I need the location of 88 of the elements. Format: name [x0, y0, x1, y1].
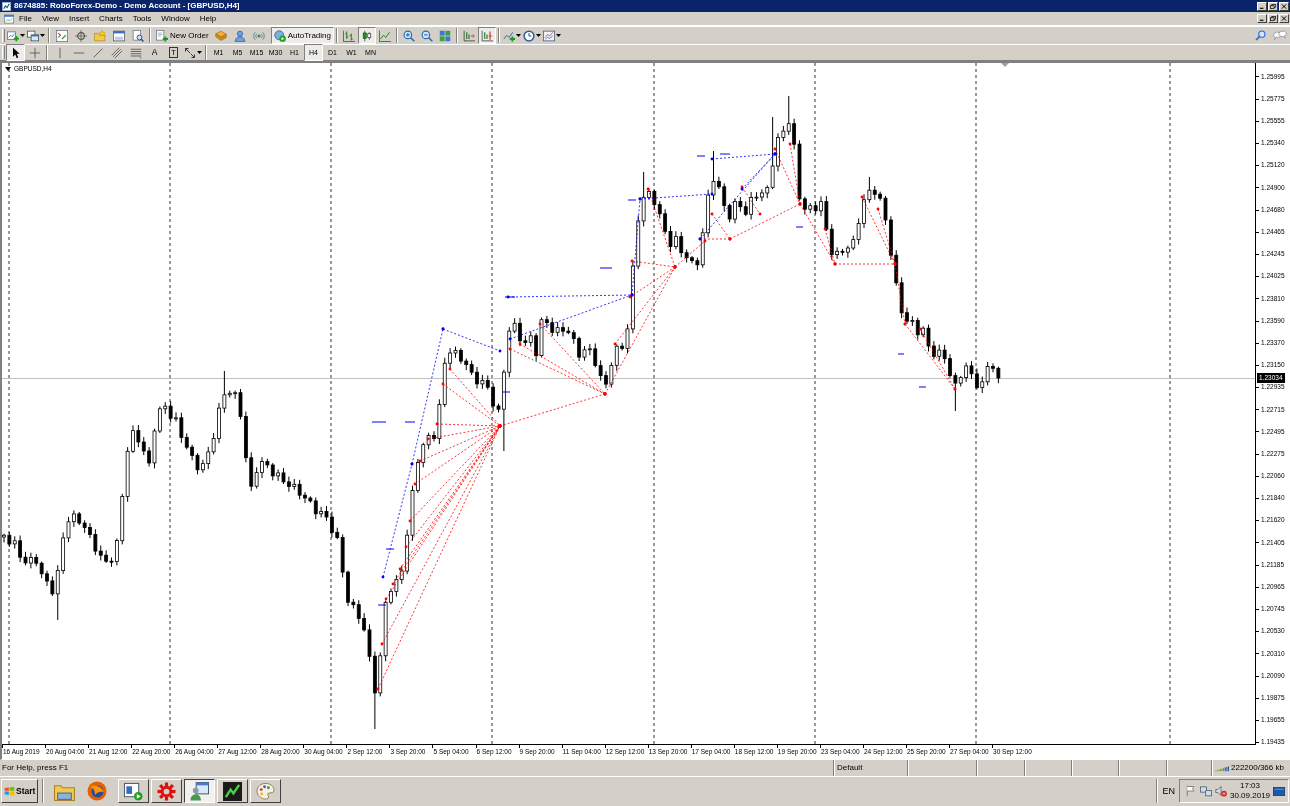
restore-button[interactable] — [1268, 1, 1278, 11]
status-text: For Help, press F1 — [2, 764, 69, 772]
window-title: 8674885: RoboForex-Demo - Demo Account - [GBPUSD,H4] — [14, 2, 240, 10]
traffic-text: 222200/366 kb — [1231, 764, 1284, 772]
box-icon — [215, 29, 228, 42]
language-indicator[interactable]: EN — [1158, 786, 1179, 796]
menu-item[interactable]: Help — [194, 13, 222, 24]
signal-bars-icon — [1215, 764, 1229, 772]
flag-icon[interactable] — [1185, 785, 1197, 797]
profiles-button[interactable] — [26, 27, 46, 44]
clock-time: 17:03 — [1240, 782, 1261, 790]
triangle-marker-icon[interactable] — [1001, 63, 1009, 67]
diagonal-line-icon — [91, 46, 104, 59]
zoom-out-icon — [421, 29, 433, 42]
chart-plus-icon — [7, 29, 19, 42]
close-icon — [1281, 3, 1287, 9]
start-button[interactable]: Start — [1, 779, 38, 803]
minimize-button[interactable] — [1257, 14, 1267, 23]
parallel-lines-icon — [110, 46, 123, 59]
person-window-icon — [190, 781, 209, 801]
play-badge-icon — [273, 29, 286, 42]
line-plus-icon — [503, 29, 515, 42]
speaker-muted-icon[interactable] — [1215, 785, 1227, 797]
screen-icon[interactable] — [1273, 785, 1286, 797]
triangle-icon[interactable] — [5, 67, 11, 72]
window-marks-icon — [55, 29, 68, 42]
restore-button[interactable] — [1268, 14, 1278, 23]
quick-launch-button[interactable] — [85, 779, 109, 803]
panel-window-icon — [112, 29, 125, 42]
menu-item[interactable]: Tools — [127, 13, 157, 24]
folder-star-icon — [93, 29, 106, 42]
clock-icon — [523, 29, 535, 42]
menu-item[interactable]: File — [14, 13, 37, 24]
palette-icon — [256, 781, 275, 801]
restore-icon — [1270, 3, 1276, 9]
globe-icon — [87, 781, 107, 801]
restore-icon — [1270, 16, 1276, 21]
chart-marker-line-icon — [481, 29, 493, 42]
crosshair-icon — [74, 29, 87, 42]
crosshair-icon — [28, 46, 41, 59]
caret-icon — [20, 34, 25, 37]
line-chart-icon — [379, 29, 391, 42]
profile-name: Default — [837, 764, 863, 772]
app-icon — [2, 1, 11, 11]
gear-icon — [157, 781, 176, 801]
chart-window-icon[interactable] — [4, 13, 14, 24]
close-button[interactable] — [1279, 14, 1289, 23]
menu-item[interactable]: Charts — [94, 13, 128, 24]
chart-arrow-icon — [463, 29, 475, 42]
page-plus-icon — [156, 29, 168, 42]
periods-button[interactable] — [522, 27, 542, 44]
chat-bubbles-icon — [1272, 30, 1288, 41]
tiles-icon — [439, 29, 451, 42]
new-order-button[interactable]: New Order — [153, 27, 212, 44]
squares-logo-icon — [4, 785, 15, 797]
monitors-icon[interactable] — [1200, 785, 1212, 797]
menu-item[interactable]: Insert — [64, 13, 95, 24]
radio-waves-icon — [253, 29, 266, 42]
window-play-icon — [124, 781, 143, 801]
person-icon — [234, 29, 247, 42]
page-magnifier-icon — [131, 29, 144, 42]
chart-lines-icon — [543, 29, 555, 42]
caret-icon — [556, 34, 561, 37]
caret-icon — [197, 51, 202, 54]
caret-icon — [536, 34, 541, 37]
stacked-lines-icon — [129, 46, 142, 59]
auto-scroll-button[interactable] — [478, 27, 496, 44]
candlestick-icon — [361, 29, 373, 42]
close-icon — [1281, 16, 1287, 21]
search-icon — [1254, 30, 1266, 41]
taskbar-button[interactable] — [184, 779, 215, 803]
arrows-icon — [184, 46, 196, 59]
bar-chart-icon — [343, 29, 355, 42]
autotrading-button[interactable]: AutoTrading — [270, 27, 334, 44]
templates-button[interactable] — [542, 27, 562, 44]
chart-tile-icon — [223, 781, 242, 801]
cursor-button[interactable] — [6, 44, 25, 61]
candlestick-button[interactable] — [358, 27, 376, 44]
close-button[interactable] — [1279, 1, 1289, 11]
menu-item[interactable]: View — [36, 13, 65, 24]
caret-icon — [516, 34, 521, 37]
caret-icon — [40, 34, 45, 37]
windows-icon — [27, 29, 39, 42]
zoom-in-icon — [403, 29, 415, 42]
minimize-button[interactable] — [1257, 1, 1267, 11]
menu-item[interactable]: Window — [156, 13, 195, 24]
clock-date: 30.09.2019 — [1230, 792, 1271, 800]
text-button[interactable]: A — [145, 44, 164, 61]
